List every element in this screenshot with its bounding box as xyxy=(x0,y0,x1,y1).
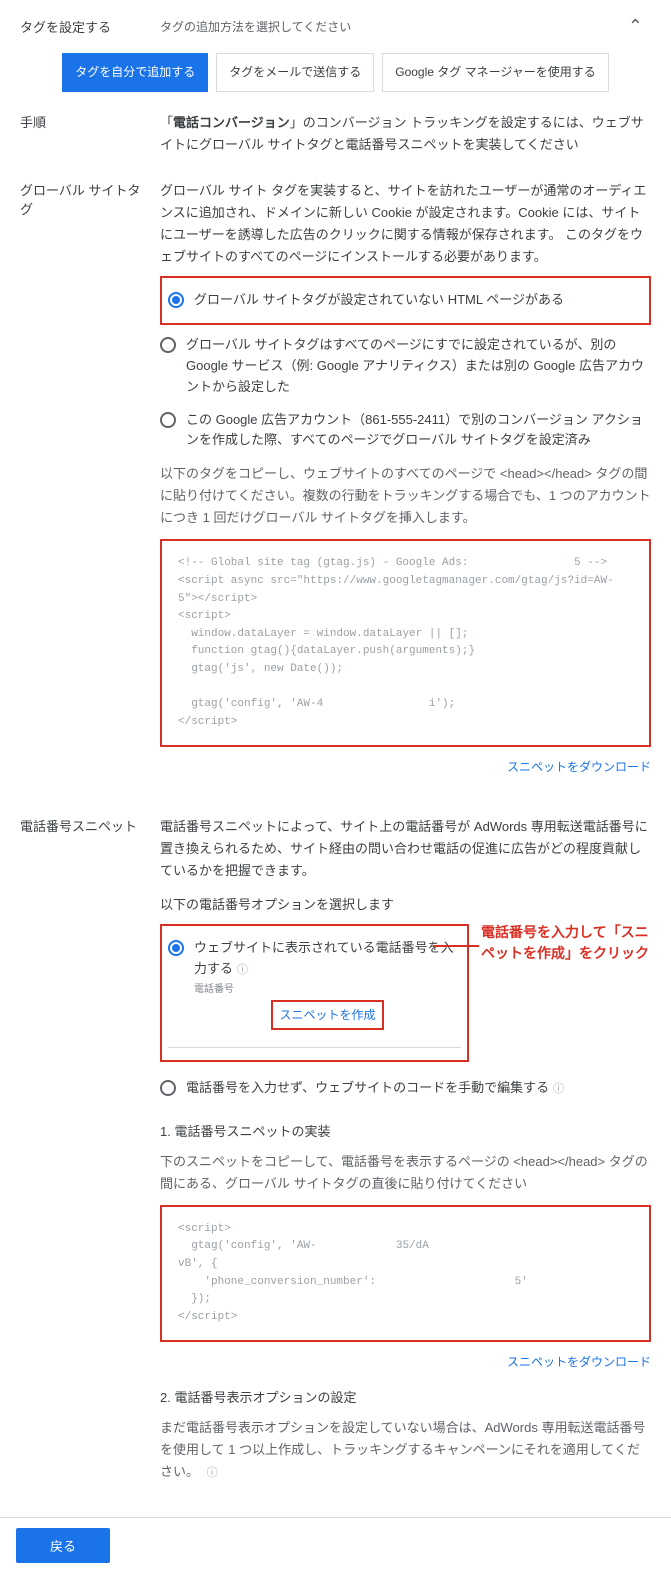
gst-copy-note: 以下のタグをコピーし、ウェブサイトのすべてのページで <head></head>… xyxy=(160,463,651,529)
phone-label: 電話番号スニペット xyxy=(20,816,160,1483)
help-icon[interactable]: ⓘ xyxy=(207,1467,218,1479)
annotation-arrow-icon xyxy=(433,940,481,952)
annotation-text: 電話番号を入力して「スニペットを作成」をクリック xyxy=(481,916,651,964)
install-method-tabs: タグを自分で追加する タグをメールで送信する Google タグ マネージャーを… xyxy=(20,53,651,92)
phone-download-link[interactable]: スニペットをダウンロード xyxy=(160,1352,651,1372)
gst-label: グローバル サイトタグ xyxy=(20,180,160,792)
phone-sec1-note: 下のスニペットをコピーして、電話番号を表示するページの <head></head… xyxy=(160,1151,651,1195)
gst-option-1[interactable]: グローバル サイトタグが設定されていない HTML ページがある xyxy=(168,284,643,317)
tab-self-install[interactable]: タグを自分で追加する xyxy=(62,53,208,92)
help-icon[interactable]: ⓘ xyxy=(237,964,248,976)
radio-icon xyxy=(160,337,176,353)
phone-sec2-title: 2. 電話番号表示オプションの設定 xyxy=(160,1387,651,1409)
help-icon[interactable]: ⓘ xyxy=(553,1083,564,1095)
gst-option-3[interactable]: この Google 広告アカウント（861-555-2411）で別のコンバージョ… xyxy=(160,404,651,458)
create-snippet-link[interactable]: スニペットを作成 xyxy=(279,1008,375,1022)
phone-option-2[interactable]: 電話番号を入力せず、ウェブサイトのコードを手動で編集するⓘ xyxy=(160,1072,651,1105)
gst-intro: グローバル サイト タグを実装すると、サイトを訪れたユーザーが通常のオーディエン… xyxy=(160,180,651,268)
phone-field-label: 電話番号 xyxy=(194,982,461,998)
radio-checked-icon xyxy=(168,940,184,956)
section-subtitle: タグの追加方法を選択してください xyxy=(160,18,620,35)
chevron-up-icon[interactable]: ⌃ xyxy=(620,16,651,37)
phone-intro: 電話番号スニペットによって、サイト上の電話番号が AdWords 専用転送電話番… xyxy=(160,816,651,882)
radio-icon xyxy=(160,1080,176,1096)
section-title: タグを設定する xyxy=(20,17,160,36)
back-button[interactable]: 戻る xyxy=(16,1528,110,1563)
steps-label: 手順 xyxy=(20,112,160,156)
gst-download-link[interactable]: スニペットをダウンロード xyxy=(160,757,651,777)
phone-input[interactable] xyxy=(168,1030,461,1048)
gst-code-snippet[interactable]: <!-- Global site tag (gtag.js) - Google … xyxy=(160,539,651,747)
phone-select-note: 以下の電話番号オプションを選択します xyxy=(160,894,651,916)
phone-sec1-title: 1. 電話番号スニペットの実装 xyxy=(160,1121,651,1143)
gst-option-2[interactable]: グローバル サイトタグはすべてのページにすでに設定されているが、別の Googl… xyxy=(160,329,651,403)
radio-checked-icon xyxy=(168,292,184,308)
steps-text: 「電話コンバージョン」のコンバージョン トラッキングを設定するには、ウェブサイト… xyxy=(160,112,651,156)
radio-icon xyxy=(160,412,176,428)
phone-code-snippet[interactable]: <script> gtag('config', 'AW- 35/dA vB', … xyxy=(160,1205,651,1343)
phone-sec2-note: まだ電話番号表示オプションを設定していない場合は、AdWords 専用転送電話番… xyxy=(160,1417,651,1483)
tab-email[interactable]: タグをメールで送信する xyxy=(216,53,374,92)
phone-option-1[interactable]: ウェブサイトに表示されている電話番号を入力するⓘ 電話番号 xyxy=(168,932,461,1004)
tab-gtm[interactable]: Google タグ マネージャーを使用する xyxy=(382,53,609,92)
